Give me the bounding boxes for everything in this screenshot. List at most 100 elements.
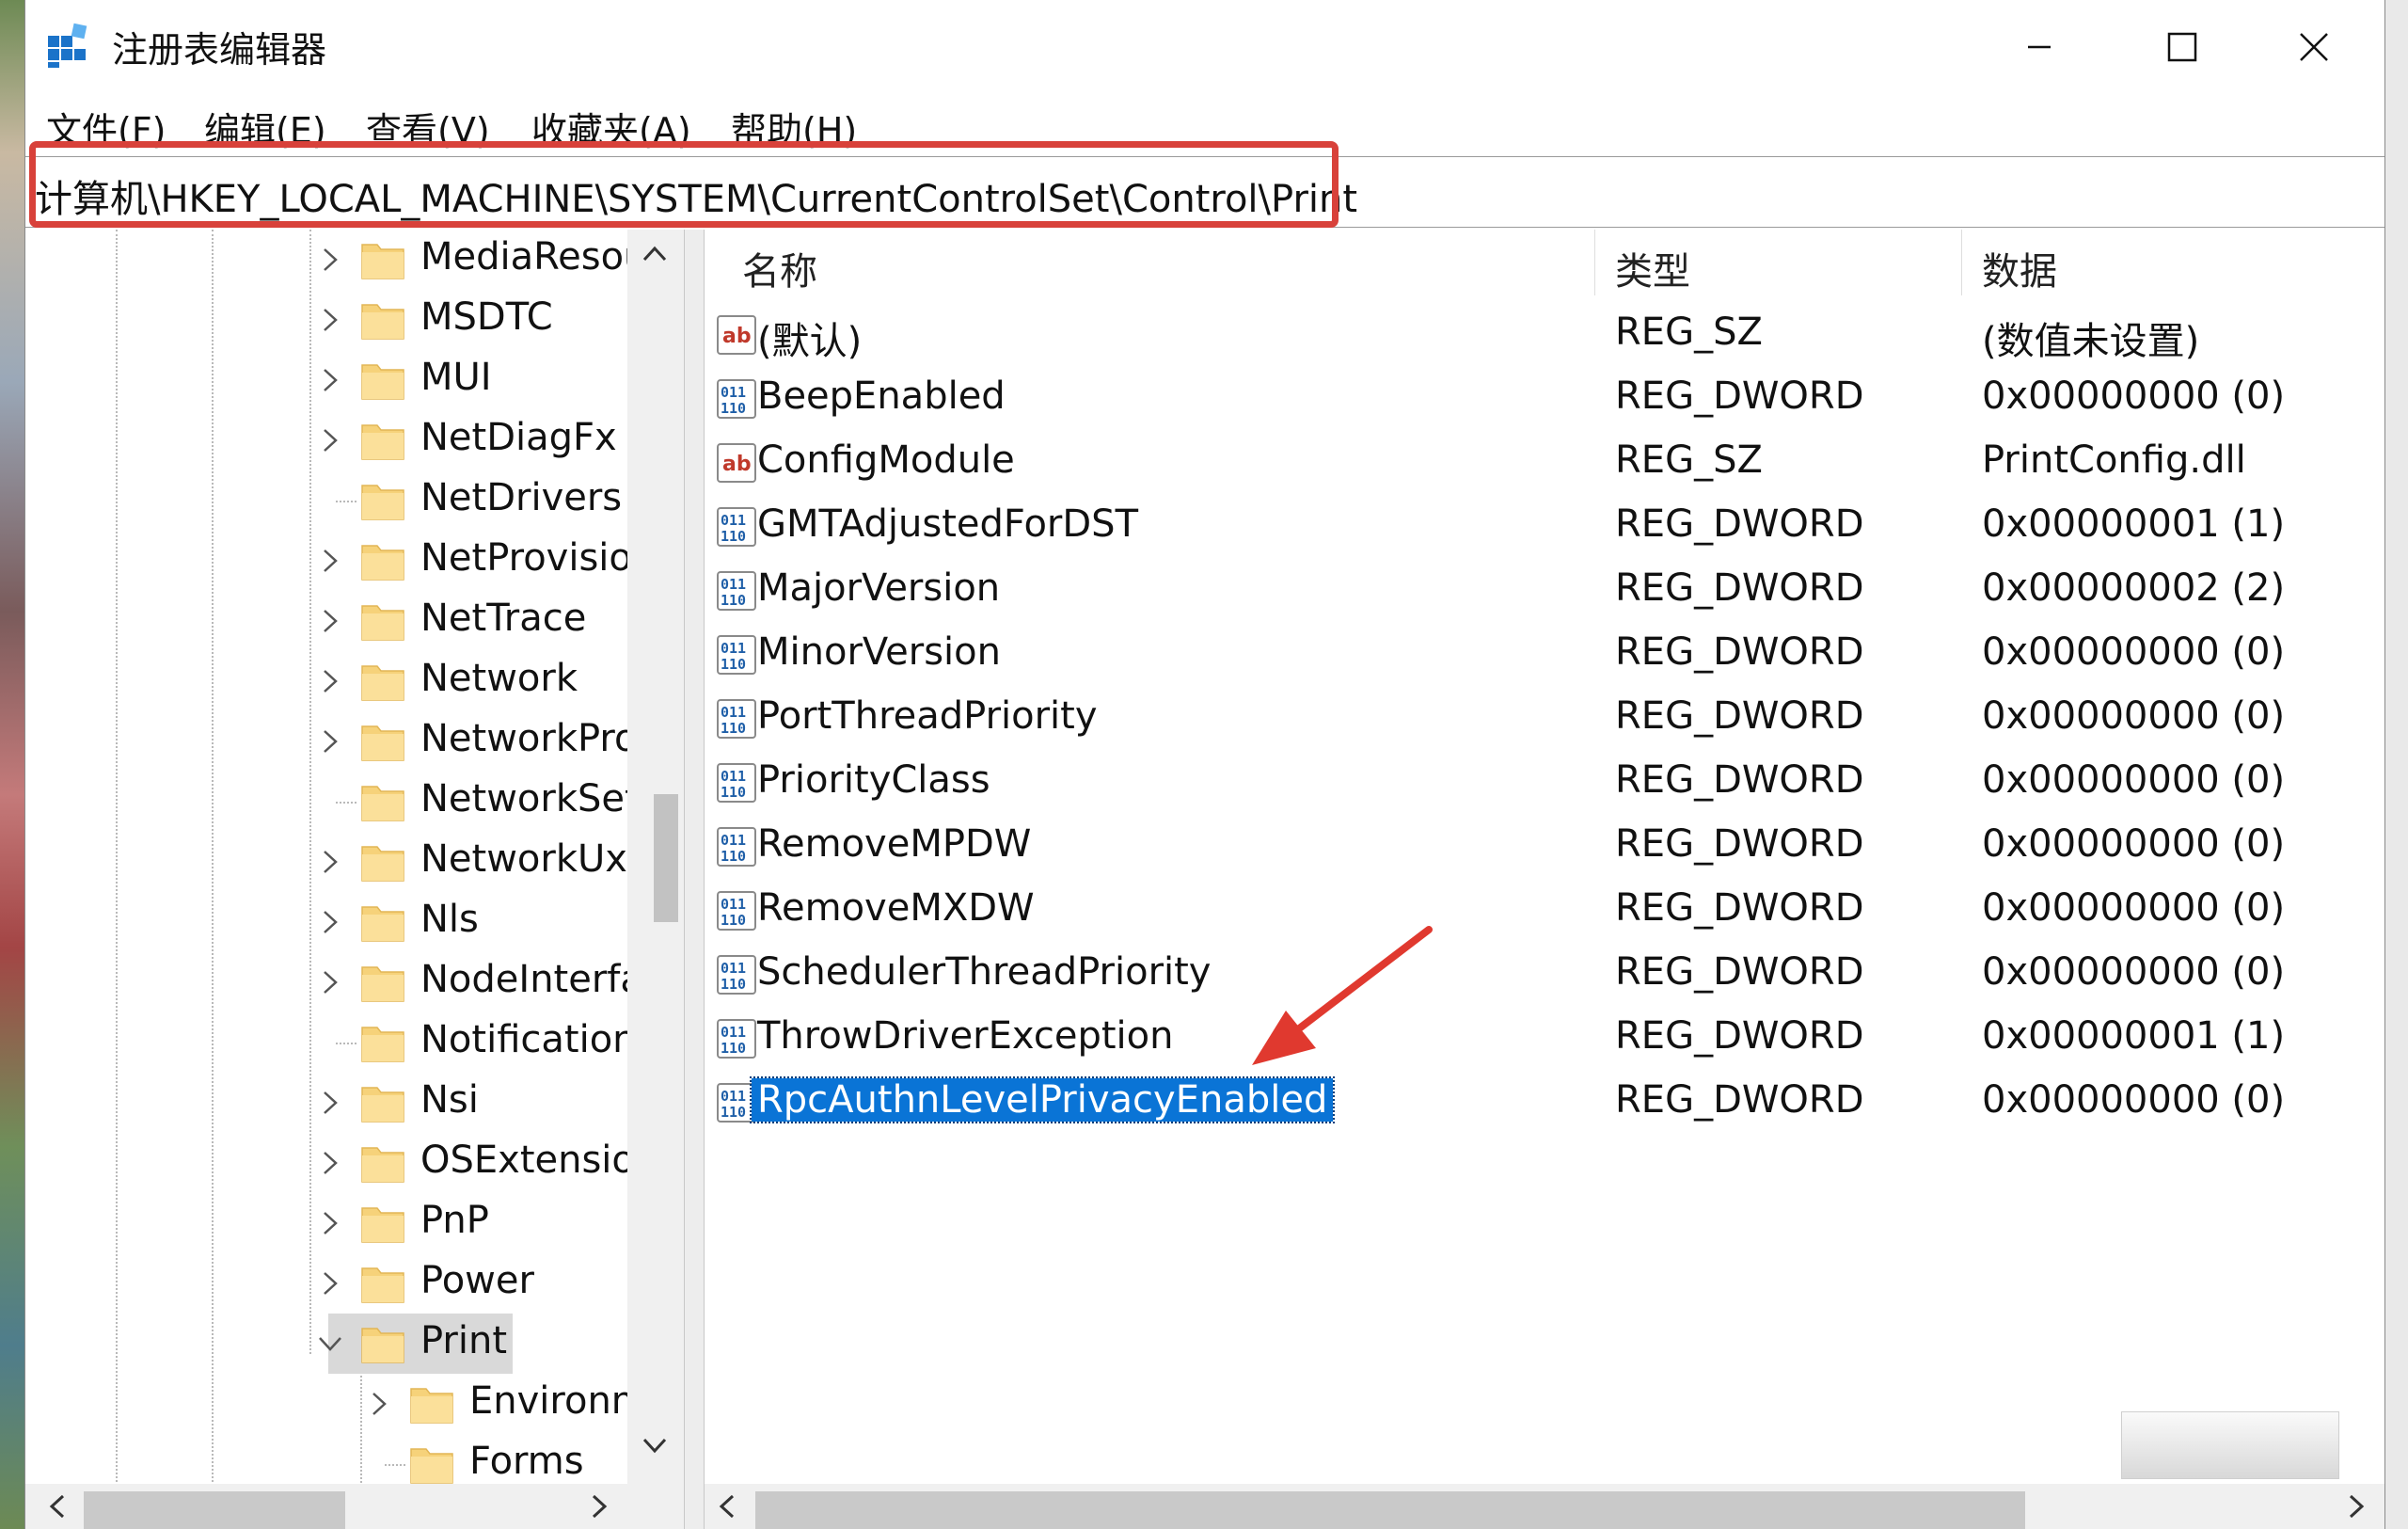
list-hscroll-thumb[interactable] <box>755 1491 2025 1529</box>
value-row[interactable]: 011 110 RpcAuthnLevelPrivacyEnabled REG_DWO… <box>705 1073 2384 1135</box>
folder-icon <box>361 545 404 581</box>
tree-item[interactable]: NetworkUxM <box>25 832 656 892</box>
expand-chevron-icon[interactable] <box>311 531 349 591</box>
menu-help[interactable]: 帮助(H) <box>731 102 857 153</box>
values-list-panel: 名称 类型 数据 ab (默认) REG_SZ (数值未设置) 011 110 BeepEn… <box>705 230 2384 1486</box>
expand-chevron-icon[interactable] <box>311 230 349 290</box>
collapse-chevron-icon[interactable] <box>311 1314 349 1374</box>
tree-item[interactable]: NetworkSetu <box>25 772 656 832</box>
tree-item-label: NetDiagFx <box>420 416 617 459</box>
value-type: REG_DWORD <box>1615 822 1864 866</box>
menu-edit[interactable]: 编辑(E) <box>204 102 326 153</box>
list-horizontal-scrollbar[interactable] <box>705 1484 2384 1529</box>
folder-icon <box>361 364 404 400</box>
column-divider[interactable] <box>1961 230 1962 295</box>
address-path[interactable]: 计算机\HKEY_LOCAL_MACHINE\SYSTEM\CurrentCon… <box>35 168 1357 223</box>
expand-chevron-icon[interactable] <box>311 591 349 651</box>
maximize-button[interactable] <box>2110 8 2251 87</box>
tree-item[interactable]: NetworkProv <box>25 711 656 772</box>
expand-chevron-icon[interactable] <box>311 410 349 470</box>
menu-favorites[interactable]: 收藏夹(A) <box>531 102 691 153</box>
scroll-right-arrow-icon[interactable] <box>577 1484 622 1529</box>
expand-chevron-icon[interactable] <box>311 1193 349 1253</box>
tree-item[interactable]: Power <box>25 1253 627 1314</box>
value-type: REG_DWORD <box>1615 950 1864 994</box>
tree-item[interactable]: OSExtensionI <box>25 1133 656 1193</box>
tree-item[interactable]: NodeInterfac <box>25 952 656 1012</box>
tree-item[interactable]: NetDrivers <box>25 470 627 531</box>
title-bar[interactable]: 注册表编辑器 <box>25 0 2384 94</box>
tree-item-label: Print <box>420 1319 508 1362</box>
scroll-down-arrow-icon[interactable] <box>641 1434 669 1457</box>
column-divider[interactable] <box>1594 230 1595 295</box>
scroll-up-arrow-icon[interactable] <box>641 243 669 265</box>
tree-item[interactable]: Nsi <box>25 1073 627 1133</box>
close-icon <box>2300 33 2328 61</box>
tree-item[interactable]: Nls <box>25 892 627 952</box>
folder-icon <box>361 846 404 882</box>
column-header-data[interactable]: 数据 <box>1982 241 2057 295</box>
scroll-left-arrow-icon[interactable] <box>705 1484 750 1529</box>
tree-hscroll-thumb[interactable] <box>84 1491 345 1529</box>
expand-chevron-icon[interactable] <box>311 1253 349 1314</box>
expand-chevron-icon[interactable] <box>311 832 349 892</box>
value-name[interactable]: RpcAuthnLevelPrivacyEnabled <box>749 1076 1336 1123</box>
tree-item-label: NetworkProv <box>420 717 656 760</box>
tree-item-label: NetworkSetu <box>420 777 656 820</box>
expand-chevron-icon[interactable] <box>311 1073 349 1133</box>
tree-item[interactable]: Network <box>25 651 627 711</box>
menu-view[interactable]: 查看(V) <box>366 102 490 153</box>
tree-horizontal-scrollbar[interactable] <box>25 1484 684 1529</box>
folder-icon <box>361 966 404 1002</box>
tree-item-label: Nls <box>420 898 479 941</box>
minimize-button[interactable] <box>1969 8 2110 87</box>
tree-item[interactable]: Notifications <box>25 1012 656 1073</box>
value-data: 0x00000001 (1) <box>1982 1014 2286 1058</box>
tree-item[interactable]: MUI <box>25 350 627 410</box>
expand-chevron-icon[interactable] <box>311 350 349 410</box>
folder-icon <box>361 906 404 942</box>
folder-icon <box>361 1147 404 1183</box>
tree-item[interactable]: NetTrace <box>25 591 627 651</box>
tree-item[interactable]: Forms <box>25 1434 627 1486</box>
folder-icon <box>361 786 404 821</box>
tree-item-label: MUI <box>420 356 492 399</box>
close-button[interactable] <box>2243 8 2384 87</box>
expand-chevron-icon[interactable] <box>311 711 349 772</box>
address-bar[interactable]: 计算机\HKEY_LOCAL_MACHINE\SYSTEM\CurrentCon… <box>25 156 2384 228</box>
tree-item[interactable]: PnP <box>25 1193 627 1253</box>
maximize-icon <box>2167 32 2197 62</box>
tree-item[interactable]: Environme <box>25 1374 656 1434</box>
tree-branch-line <box>336 1043 356 1044</box>
tree-item-label: Notifications <box>420 1018 656 1061</box>
expand-chevron-icon[interactable] <box>360 1374 398 1434</box>
value-data: 0x00000002 (2) <box>1982 566 2286 610</box>
value-type: REG_DWORD <box>1615 694 1864 738</box>
registry-editor-window: 注册表编辑器 文件(F) 编辑(E) 查看(V) 收藏夹(A) 帮助(H) 计算… <box>24 0 2385 1529</box>
expand-chevron-icon[interactable] <box>311 952 349 1012</box>
expand-chevron-icon[interactable] <box>311 651 349 711</box>
tree-item[interactable]: NetProvision <box>25 531 656 591</box>
scroll-left-arrow-icon[interactable] <box>35 1484 80 1529</box>
resize-grip[interactable] <box>2121 1411 2339 1479</box>
tree-scroll-thumb[interactable] <box>654 794 678 922</box>
expand-chevron-icon[interactable] <box>311 1133 349 1193</box>
value-type: REG_DWORD <box>1615 1014 1864 1058</box>
tree-item-label: MediaResoui <box>420 235 656 279</box>
tree-item[interactable]: Print <box>25 1314 627 1374</box>
expand-chevron-icon[interactable] <box>311 290 349 350</box>
tree-vertical-scrollbar[interactable] <box>627 230 684 1486</box>
panel-splitter[interactable] <box>684 230 705 1529</box>
value-type: REG_DWORD <box>1615 630 1864 674</box>
value-type: REG_DWORD <box>1615 374 1864 418</box>
svg-text:110: 110 <box>721 1104 746 1121</box>
expand-chevron-icon[interactable] <box>311 892 349 952</box>
menu-file[interactable]: 文件(F) <box>46 102 166 153</box>
value-type: REG_DWORD <box>1615 1078 1864 1122</box>
scroll-right-arrow-icon[interactable] <box>2334 1484 2379 1529</box>
column-header-type[interactable]: 类型 <box>1615 241 1690 295</box>
tree-item[interactable]: MSDTC <box>25 290 627 350</box>
tree-item[interactable]: NetDiagFx <box>25 410 627 470</box>
tree-item[interactable]: MediaResoui <box>25 230 656 290</box>
value-data: 0x00000000 (0) <box>1982 950 2286 994</box>
